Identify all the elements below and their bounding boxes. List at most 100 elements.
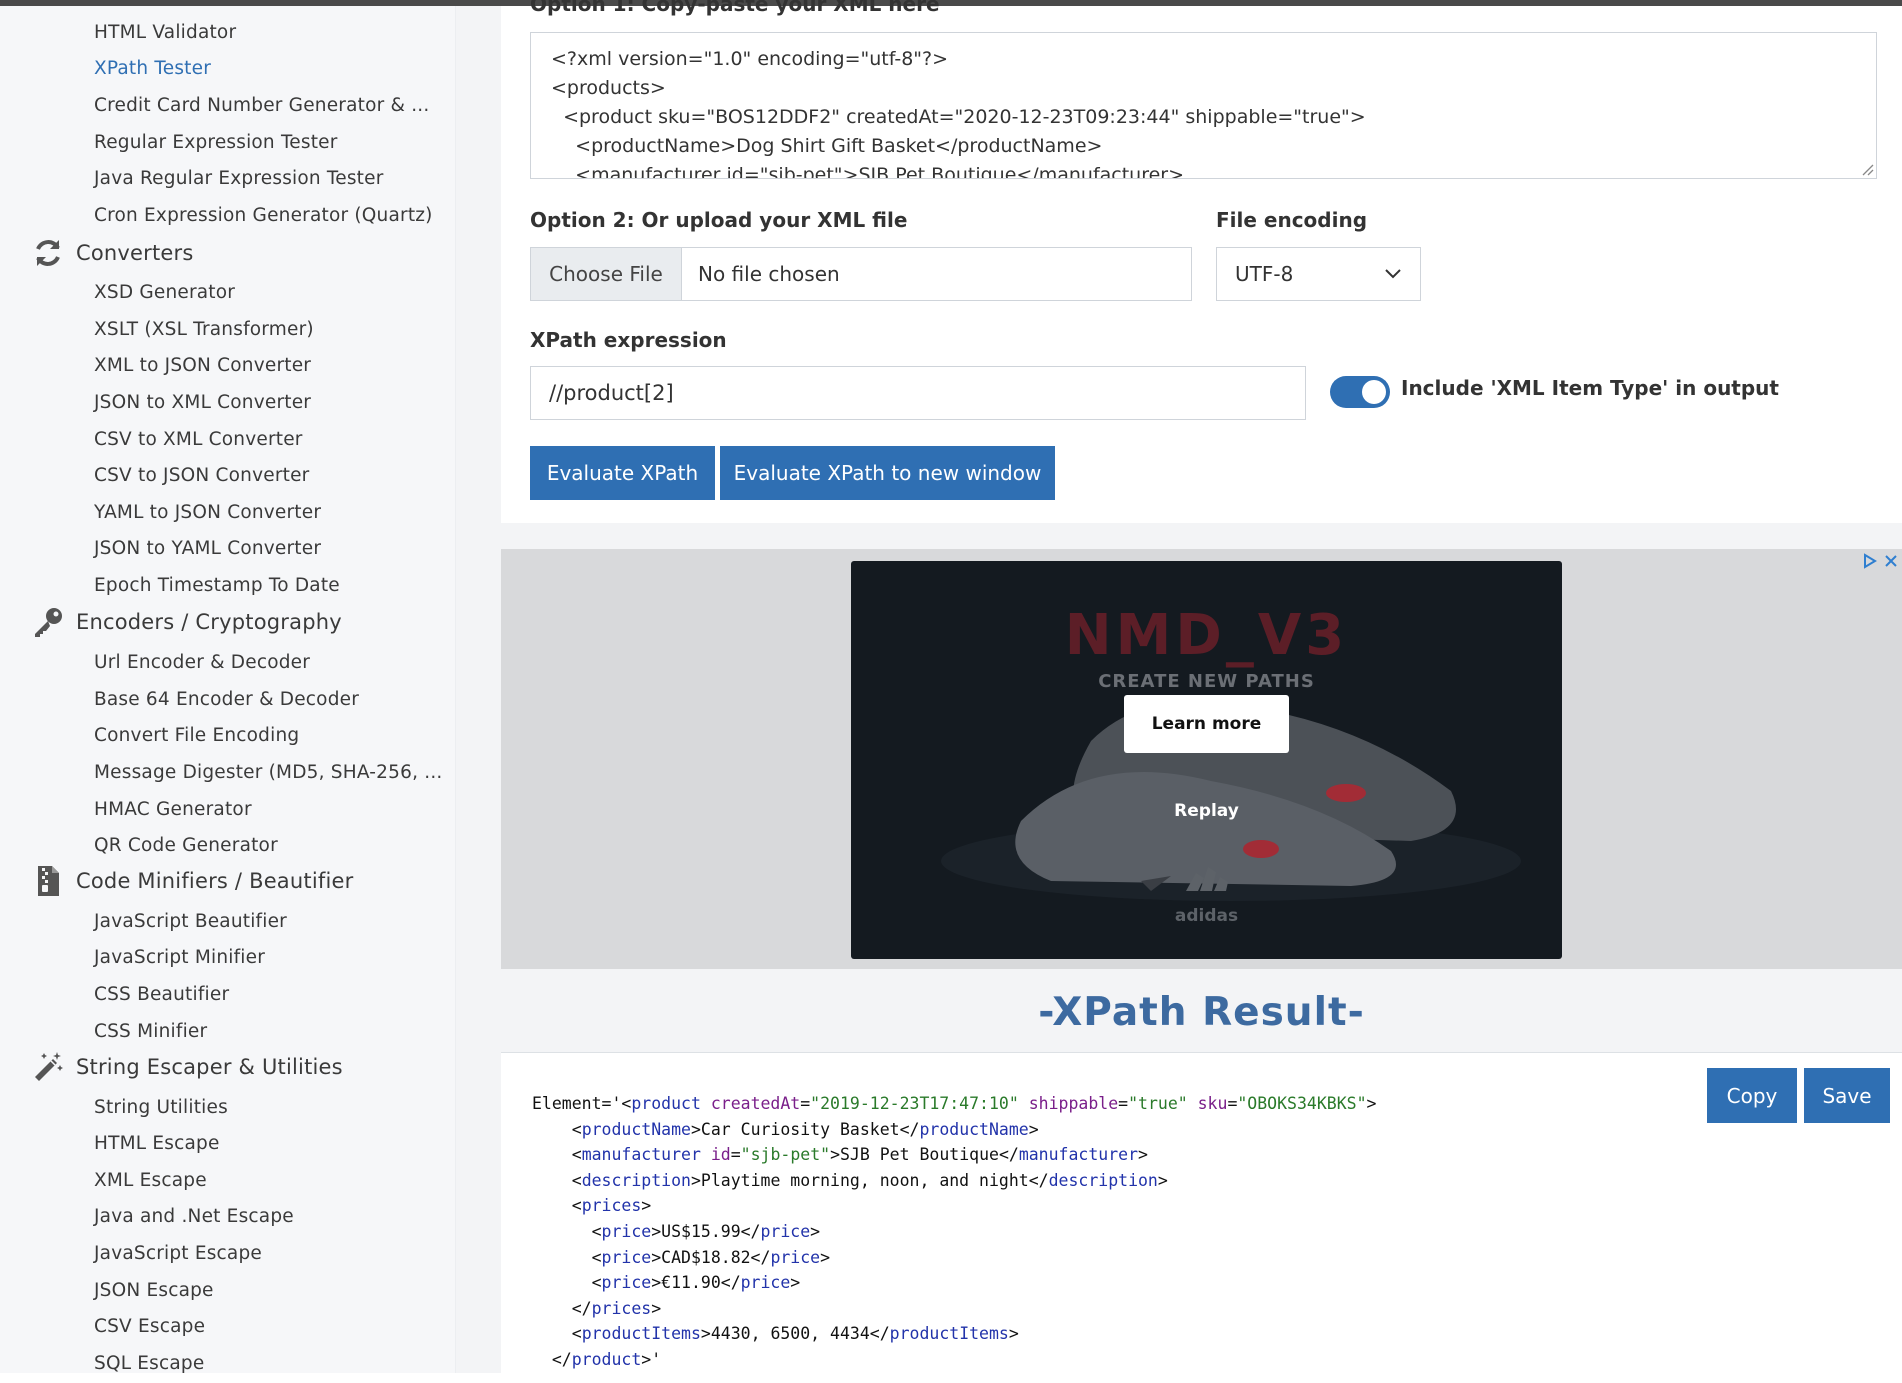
close-icon[interactable]: [1882, 552, 1900, 570]
encoding-value: UTF-8: [1235, 262, 1294, 286]
sidebar-item-html-validator[interactable]: HTML Validator: [94, 22, 236, 43]
include-type-toggle[interactable]: [1330, 376, 1390, 408]
result-token: description: [1048, 1170, 1158, 1190]
sidebar-item-sql-escape[interactable]: SQL Escape: [94, 1353, 204, 1373]
replay-button[interactable]: Replay: [851, 801, 1562, 821]
result-token: >€11.90</: [651, 1273, 741, 1293]
result-token: =: [800, 1094, 811, 1113]
sidebar-item-xsd-generator[interactable]: XSD Generator: [94, 282, 235, 303]
sidebar-category-code-minifiers[interactable]: Code Minifiers / Beautifier: [28, 861, 353, 901]
result-token: >US$15.99</: [651, 1221, 761, 1241]
sidebar-item-yaml-to-json[interactable]: YAML to JSON Converter: [94, 502, 321, 523]
sidebar-item-cron-generator[interactable]: Cron Expression Generator (Quartz): [94, 205, 433, 226]
result-token: >: [1366, 1094, 1377, 1113]
result-token: <: [571, 1145, 582, 1165]
result-token: manufacturer: [1018, 1145, 1139, 1165]
sidebar-item-xml-to-json[interactable]: XML to JSON Converter: [94, 355, 311, 376]
sidebar-item-html-escape[interactable]: HTML Escape: [94, 1133, 220, 1154]
result-token: [1019, 1094, 1029, 1113]
result-token: "true": [1128, 1094, 1188, 1113]
sidebar-item-qr-code-generator[interactable]: QR Code Generator: [94, 835, 278, 856]
result-token: createdAt: [710, 1094, 801, 1113]
result-token: >: [641, 1196, 652, 1216]
sidebar-item-java-net-escape[interactable]: Java and .Net Escape: [94, 1206, 294, 1227]
xml-input-textarea[interactable]: <?xml version="1.0" encoding="utf-8"?> <…: [530, 32, 1877, 179]
result-token: >: [1028, 1119, 1039, 1139]
xml-line: <?xml version="1.0" encoding="utf-8"?>: [551, 48, 949, 70]
result-token: price: [770, 1247, 821, 1267]
sidebar-item-string-utilities[interactable]: String Utilities: [94, 1097, 228, 1118]
sidebar-category-encoders[interactable]: Encoders / Cryptography: [28, 602, 342, 642]
file-upload[interactable]: Choose File No file chosen: [530, 247, 1192, 301]
resize-grip-icon[interactable]: [1860, 162, 1874, 176]
sidebar-item-csv-to-xml[interactable]: CSV to XML Converter: [94, 429, 303, 450]
result-token: </: [551, 1349, 572, 1369]
result-line: </product>': [532, 1350, 661, 1369]
result-token: >': [641, 1349, 662, 1369]
sidebar-category-converters[interactable]: Converters: [28, 233, 194, 273]
sidebar-item-hmac-generator[interactable]: HMAC Generator: [94, 799, 252, 820]
result-token: >: [790, 1273, 801, 1293]
result-token: <: [571, 1324, 582, 1344]
sidebar-item-css-beautifier[interactable]: CSS Beautifier: [94, 984, 229, 1005]
result-token: "2019-12-23T17:47:10": [810, 1094, 1019, 1113]
result-token: sku: [1197, 1094, 1228, 1113]
category-label: Converters: [76, 241, 194, 265]
sidebar-item-convert-file-encoding[interactable]: Convert File Encoding: [94, 725, 299, 746]
sidebar-item-java-regex-tester[interactable]: Java Regular Expression Tester: [94, 168, 384, 189]
result-token: <: [571, 1196, 582, 1216]
sidebar-item-js-minifier[interactable]: JavaScript Minifier: [94, 947, 265, 968]
result-token: >: [651, 1298, 662, 1318]
sidebar-item-csv-escape[interactable]: CSV Escape: [94, 1316, 205, 1337]
result-token: >SJB Pet Boutique</: [830, 1145, 1019, 1165]
result-token: manufacturer: [581, 1145, 701, 1165]
sidebar-item-xpath-tester[interactable]: XPath Tester: [94, 58, 211, 79]
save-button[interactable]: Save: [1804, 1068, 1890, 1123]
sidebar-item-css-minifier[interactable]: CSS Minifier: [94, 1021, 207, 1042]
sidebar-category-string-escaper[interactable]: String Escaper & Utilities: [28, 1047, 343, 1087]
sidebar-item-json-to-yaml[interactable]: JSON to YAML Converter: [94, 538, 321, 559]
ad-info-icon[interactable]: [1860, 552, 1880, 570]
sidebar-item-url-encoder[interactable]: Url Encoder & Decoder: [94, 652, 310, 673]
encoding-select[interactable]: UTF-8: [1216, 247, 1421, 301]
xpath-input[interactable]: //product[2]: [530, 366, 1306, 420]
evaluate-xpath-button[interactable]: Evaluate XPath: [530, 446, 715, 500]
sidebar-item-message-digester[interactable]: Message Digester (MD5, SHA-256, ...: [94, 762, 442, 783]
sidebar-item-xml-escape[interactable]: XML Escape: [94, 1170, 207, 1191]
result-token: id: [710, 1145, 731, 1165]
sidebar-item-json-to-xml[interactable]: JSON to XML Converter: [94, 392, 311, 413]
ad-choices[interactable]: [1860, 552, 1902, 574]
result-token: >Playtime morning, noon, and night</: [690, 1170, 1049, 1190]
sidebar-item-base64[interactable]: Base 64 Encoder & Decoder: [94, 689, 359, 710]
sidebar-item-regex-tester[interactable]: Regular Expression Tester: [94, 132, 338, 153]
toggle-knob: [1362, 380, 1386, 404]
result-token: description: [581, 1170, 691, 1190]
sidebar-item-json-escape[interactable]: JSON Escape: [94, 1280, 214, 1301]
xpath-value: //product[2]: [549, 381, 674, 405]
chevron-down-icon: [1385, 269, 1401, 279]
result-token: <: [571, 1119, 582, 1139]
sidebar-item-credit-card-generator[interactable]: Credit Card Number Generator & ...: [94, 95, 429, 116]
result-line: <price>US$15.99</price>: [532, 1221, 821, 1241]
sidebar-item-csv-to-json[interactable]: CSV to JSON Converter: [94, 465, 309, 486]
result-line: <manufacturer id="sjb-pet">SJB Pet Bouti…: [532, 1145, 1148, 1164]
sidebar-item-epoch-timestamp[interactable]: Epoch Timestamp To Date: [94, 575, 340, 596]
advertisement: NMD_V3 CREATE NEW PATHS Learn more Repla…: [501, 549, 1902, 969]
result-token: shippable: [1028, 1094, 1119, 1113]
magic-wand-icon: [28, 1047, 68, 1087]
ad-banner[interactable]: NMD_V3 CREATE NEW PATHS Learn more Repla…: [851, 561, 1562, 959]
refresh-icon: [28, 233, 68, 273]
result-token: price: [601, 1247, 652, 1267]
result-token: price: [740, 1273, 791, 1293]
sidebar-item-js-beautifier[interactable]: JavaScript Beautifier: [94, 911, 287, 932]
result-token: productName: [919, 1119, 1029, 1139]
result-token: price: [601, 1221, 652, 1241]
evaluate-new-window-button[interactable]: Evaluate XPath to new window: [720, 446, 1055, 500]
learn-more-button[interactable]: Learn more: [1124, 695, 1289, 753]
sidebar-item-javascript-escape[interactable]: JavaScript Escape: [94, 1243, 262, 1264]
sidebar: HTML Validator XPath Tester Credit Card …: [0, 6, 456, 1373]
copy-button[interactable]: Copy: [1707, 1068, 1797, 1123]
choose-file-button[interactable]: Choose File: [531, 248, 682, 300]
sidebar-item-xslt[interactable]: XSLT (XSL Transformer): [94, 319, 314, 340]
result-token: product: [631, 1094, 701, 1113]
